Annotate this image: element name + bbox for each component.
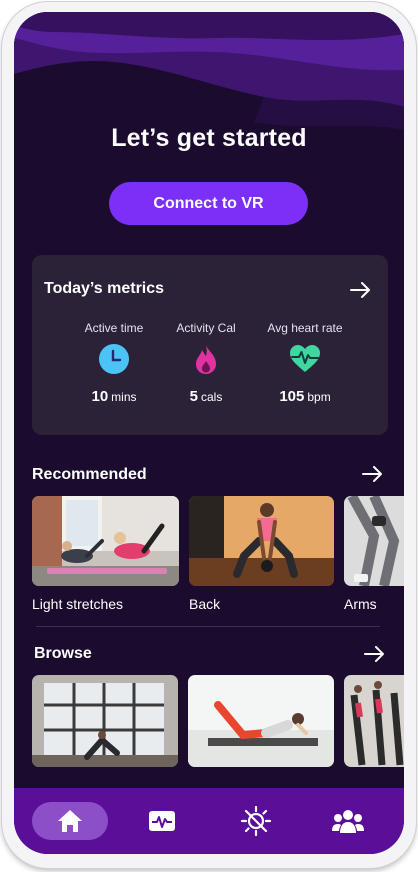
metrics-card[interactable]: Today’s metrics Active time 10 mins Activ… bbox=[32, 255, 388, 435]
connect-vr-button[interactable]: Connect to VR bbox=[109, 182, 308, 225]
workout-label: Back bbox=[189, 596, 221, 612]
recommended-title: Recommended bbox=[32, 466, 147, 483]
activity-icon bbox=[149, 811, 175, 831]
browse-thumbnail-group[interactable] bbox=[344, 675, 404, 767]
workout-image bbox=[344, 496, 404, 586]
metric-value: 105 bpm bbox=[279, 388, 331, 405]
metric-activity-cal: Activity Cal 5 cals bbox=[151, 321, 261, 405]
header-wave-background bbox=[14, 12, 404, 182]
sun-off-icon bbox=[240, 805, 272, 837]
arrow-right-icon[interactable] bbox=[350, 282, 372, 298]
bottom-tab-bar bbox=[14, 788, 404, 854]
browse-thumbnail-situps[interactable] bbox=[188, 675, 334, 767]
browse-title: Browse bbox=[34, 645, 92, 662]
metric-heart-rate: Avg heart rate 105 bpm bbox=[250, 321, 360, 405]
metric-label: Avg heart rate bbox=[267, 321, 343, 335]
flame-icon bbox=[196, 345, 216, 374]
clock-icon bbox=[99, 344, 129, 374]
community-icon bbox=[332, 810, 364, 833]
tab-community[interactable] bbox=[322, 802, 374, 840]
workout-image bbox=[189, 496, 334, 586]
heart-rate-icon bbox=[290, 345, 320, 372]
section-divider bbox=[36, 626, 380, 627]
arrow-right-icon[interactable] bbox=[362, 466, 384, 482]
arrow-right-icon[interactable] bbox=[364, 646, 386, 662]
tab-home[interactable] bbox=[32, 802, 108, 840]
workout-label: Light stretches bbox=[32, 596, 124, 612]
workout-label: Arms bbox=[344, 596, 377, 612]
metric-label: Activity Cal bbox=[176, 321, 236, 335]
home-icon bbox=[58, 810, 82, 832]
metric-value: 5 cals bbox=[189, 388, 223, 405]
app-screen: Let’s get started Connect to VR Today’s … bbox=[14, 12, 404, 854]
tab-activity[interactable] bbox=[136, 802, 188, 840]
workout-thumbnail-light-stretches[interactable] bbox=[32, 496, 179, 586]
workout-image bbox=[344, 675, 404, 767]
workout-image bbox=[32, 496, 179, 586]
workout-thumbnail-back[interactable] bbox=[189, 496, 334, 586]
workout-image bbox=[188, 675, 334, 767]
workout-image bbox=[32, 675, 178, 767]
metrics-title: Today’s metrics bbox=[44, 280, 165, 297]
workout-thumbnail-arms[interactable] bbox=[344, 496, 404, 586]
tab-wellness[interactable] bbox=[230, 802, 282, 840]
page-title: Let’s get started bbox=[111, 124, 307, 152]
browse-thumbnail-yoga[interactable] bbox=[32, 675, 178, 767]
